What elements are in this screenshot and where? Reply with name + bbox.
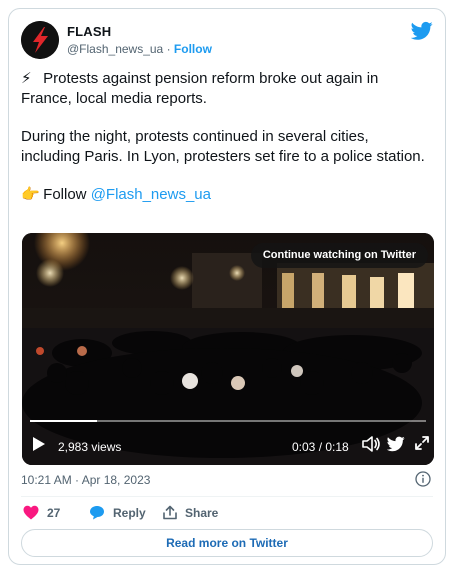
handle-row: @Flash_news_ua · Follow bbox=[67, 42, 212, 56]
like-button[interactable]: 27 bbox=[23, 505, 60, 520]
reply-bubble-icon bbox=[90, 506, 104, 520]
video-views: 2,983 views bbox=[58, 440, 122, 454]
video-player[interactable]: Continue watching on Twitter 2,983 views… bbox=[22, 233, 434, 465]
avatar[interactable] bbox=[21, 21, 59, 59]
reply-button[interactable]: Reply bbox=[89, 505, 146, 520]
tweet-timestamp[interactable]: 10:21 AM · Apr 18, 2023 bbox=[21, 473, 150, 487]
share-button[interactable]: Share bbox=[163, 505, 218, 520]
video-progress-bar[interactable] bbox=[30, 420, 426, 422]
author-handle[interactable]: @Flash_news_ua bbox=[67, 42, 163, 56]
video-time: 0:03 / 0:18 bbox=[292, 440, 349, 454]
tweet-paragraph-3: 👉 Follow @Flash_news_ua bbox=[21, 186, 211, 203]
volume-icon[interactable] bbox=[362, 436, 380, 452]
tweet-text: ⚡ Protests against pension reform broke … bbox=[21, 69, 431, 205]
twitter-bird-icon[interactable] bbox=[411, 21, 433, 41]
share-label: Share bbox=[185, 505, 219, 520]
author-name[interactable]: FLASH bbox=[67, 24, 111, 39]
continue-watching-button[interactable]: Continue watching on Twitter bbox=[250, 243, 428, 268]
tweet-paragraph-1: ⚡ Protests against pension reform broke … bbox=[21, 70, 379, 107]
follow-button[interactable]: Follow bbox=[174, 42, 212, 56]
divider bbox=[21, 496, 433, 497]
reply-label: Reply bbox=[113, 505, 146, 520]
like-count: 27 bbox=[47, 505, 61, 520]
play-icon[interactable] bbox=[32, 436, 46, 452]
tweet-card: FLASH @Flash_news_ua · Follow ⚡ Protests… bbox=[8, 8, 446, 565]
pointing-hand-emoji-icon: 👉 bbox=[21, 186, 40, 203]
separator-dot: · bbox=[166, 42, 171, 56]
video-progress-fill bbox=[30, 420, 98, 422]
heart-icon bbox=[23, 505, 39, 520]
info-icon[interactable] bbox=[415, 471, 431, 487]
read-more-button[interactable]: Read more on Twitter bbox=[21, 529, 433, 557]
share-icon bbox=[163, 505, 177, 520]
twitter-bird-icon[interactable] bbox=[387, 436, 405, 452]
tweet-paragraph-2: During the night, protests continued in … bbox=[21, 128, 425, 165]
tweet-header: FLASH @Flash_news_ua · Follow bbox=[21, 21, 433, 61]
fullscreen-icon[interactable] bbox=[414, 435, 430, 451]
follow-mention-link[interactable]: @Flash_news_ua bbox=[91, 186, 211, 203]
lightning-logo-icon bbox=[21, 21, 59, 59]
lightning-emoji-icon: ⚡ bbox=[21, 70, 32, 87]
